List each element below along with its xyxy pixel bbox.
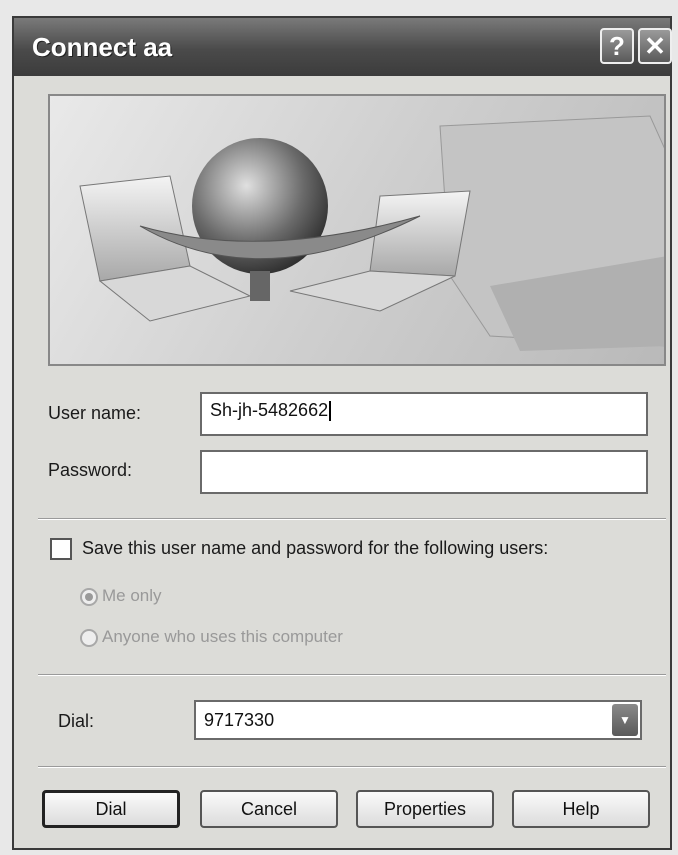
network-illustration — [79, 115, 664, 351]
close-icon: ✕ — [644, 30, 666, 61]
divider-1 — [38, 518, 666, 520]
password-label: Password: — [48, 460, 133, 480]
save-credentials-label[interactable]: Save this user name and password for the… — [82, 538, 548, 559]
properties-button[interactable]: Properties — [356, 790, 494, 828]
window-title: Connect aa — [32, 32, 173, 62]
close-button[interactable]: ✕ — [638, 28, 672, 64]
text-caret — [329, 401, 332, 422]
radio-anyone-label[interactable]: Anyone who uses this computer — [102, 627, 343, 647]
title-bar[interactable]: Connect aa ? ✕ — [14, 18, 672, 76]
dial-label: Dial: — [58, 711, 95, 731]
dial-button[interactable]: Dial — [42, 790, 180, 828]
save-credentials-checkbox[interactable] — [50, 538, 72, 560]
password-input[interactable] — [200, 450, 648, 494]
banner-image — [48, 94, 666, 366]
radio-me-only[interactable] — [80, 588, 98, 606]
divider-2 — [38, 674, 666, 676]
username-value: Sh-jh-5482662 — [210, 400, 329, 420]
cancel-button[interactable]: Cancel — [200, 790, 338, 828]
cancel-button-label: Cancel — [240, 798, 298, 819]
help-button[interactable]: Help — [512, 790, 650, 828]
dial-value: 9717330 — [204, 710, 275, 730]
properties-button-label: Properties — [383, 798, 467, 819]
radio-anyone[interactable] — [80, 629, 98, 647]
help-icon: ? — [609, 30, 625, 61]
dial-combobox[interactable]: 9717330 ▼ — [194, 700, 642, 740]
username-input[interactable]: Sh-jh-5482662 — [200, 392, 648, 436]
chevron-down-icon[interactable]: ▼ — [612, 704, 638, 736]
dial-button-label: Dial — [95, 798, 127, 819]
radio-me-only-label[interactable]: Me only — [102, 586, 162, 606]
divider-3 — [38, 766, 666, 768]
help-title-button[interactable]: ? — [600, 28, 634, 64]
username-label: User name: — [48, 403, 142, 423]
help-button-label: Help — [562, 798, 600, 819]
connect-dialog: Connect aa ? ✕ User name: Sh-jh-5482662 … — [12, 16, 672, 850]
